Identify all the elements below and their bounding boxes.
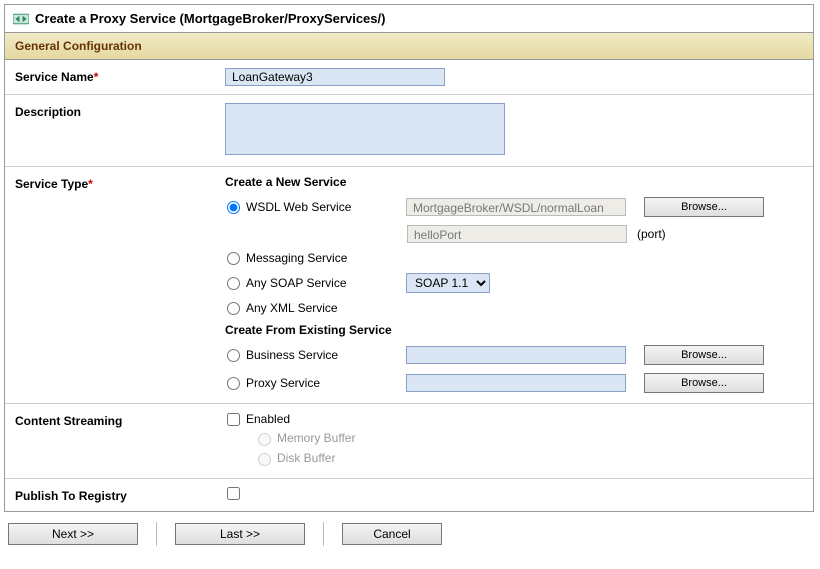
proxy-service-icon	[13, 12, 29, 26]
radio-wsdl[interactable]	[227, 201, 240, 214]
label-publish-registry: Publish To Registry	[15, 489, 127, 503]
required-marker: *	[94, 70, 99, 84]
option-business-service: Business Service Browse...	[225, 345, 803, 365]
label-streaming-enabled: Enabled	[246, 412, 290, 426]
proxy-service-box	[406, 374, 626, 392]
create-proxy-panel: Create a Proxy Service (MortgageBroker/P…	[4, 4, 814, 512]
description-textarea[interactable]	[225, 103, 505, 155]
option-xml: Any XML Service	[225, 301, 803, 315]
row-service-type: Service Type* Create a New Service WSDL …	[5, 167, 813, 404]
checkbox-streaming-enabled[interactable]	[227, 413, 240, 426]
heading-create-existing: Create From Existing Service	[225, 323, 803, 337]
divider	[156, 522, 157, 546]
option-messaging: Messaging Service	[225, 251, 803, 265]
label-disk-buffer: Disk Buffer	[277, 451, 335, 465]
label-soap-option: Any SOAP Service	[246, 276, 406, 290]
radio-business[interactable]	[227, 349, 240, 362]
browse-proxy-button[interactable]: Browse...	[644, 373, 764, 393]
label-memory-buffer: Memory Buffer	[277, 431, 355, 445]
browse-wsdl-button[interactable]: Browse...	[644, 197, 764, 217]
page-title: Create a Proxy Service (MortgageBroker/P…	[35, 11, 385, 26]
section-general-config: General Configuration	[5, 32, 813, 60]
option-soap: Any SOAP Service SOAP 1.1	[225, 273, 803, 293]
row-service-name: Service Name*	[5, 60, 813, 95]
label-messaging-option: Messaging Service	[246, 251, 406, 265]
cancel-button[interactable]: Cancel	[342, 523, 442, 545]
required-marker: *	[88, 177, 93, 191]
label-description: Description	[15, 105, 81, 119]
wsdl-port-suffix: (port)	[637, 227, 666, 241]
radio-xml[interactable]	[227, 302, 240, 315]
radio-disk-buffer	[258, 453, 271, 466]
row-content-streaming: Content Streaming Enabled Memory Buffer …	[5, 404, 813, 479]
label-service-name: Service Name	[15, 70, 94, 84]
button-bar: Next >> Last >> Cancel	[4, 512, 816, 556]
last-button[interactable]: Last >>	[175, 523, 305, 545]
wsdl-port-box: helloPort	[407, 225, 627, 243]
option-proxy-service: Proxy Service Browse...	[225, 373, 803, 393]
radio-proxy[interactable]	[227, 377, 240, 390]
row-description: Description	[5, 95, 813, 167]
browse-business-button[interactable]: Browse...	[644, 345, 764, 365]
business-service-box	[406, 346, 626, 364]
radio-soap[interactable]	[227, 277, 240, 290]
wsdl-port-row: helloPort (port)	[225, 225, 803, 243]
service-name-input[interactable]	[225, 68, 445, 86]
label-xml-option: Any XML Service	[246, 301, 406, 315]
row-publish-registry: Publish To Registry	[5, 479, 813, 511]
label-content-streaming: Content Streaming	[15, 414, 122, 428]
panel-header: Create a Proxy Service (MortgageBroker/P…	[5, 5, 813, 32]
label-wsdl-option: WSDL Web Service	[246, 200, 406, 214]
label-service-type: Service Type	[15, 177, 88, 191]
label-proxy-option: Proxy Service	[246, 376, 406, 390]
radio-messaging[interactable]	[227, 252, 240, 265]
label-business-option: Business Service	[246, 348, 406, 362]
radio-memory-buffer	[258, 433, 271, 446]
option-wsdl: WSDL Web Service MortgageBroker/WSDL/nor…	[225, 197, 803, 217]
heading-create-new-service: Create a New Service	[225, 175, 803, 189]
soap-version-select[interactable]: SOAP 1.1	[406, 273, 490, 293]
divider	[323, 522, 324, 546]
next-button[interactable]: Next >>	[8, 523, 138, 545]
wsdl-path-box: MortgageBroker/WSDL/normalLoan	[406, 198, 626, 216]
checkbox-publish-registry[interactable]	[227, 487, 240, 500]
